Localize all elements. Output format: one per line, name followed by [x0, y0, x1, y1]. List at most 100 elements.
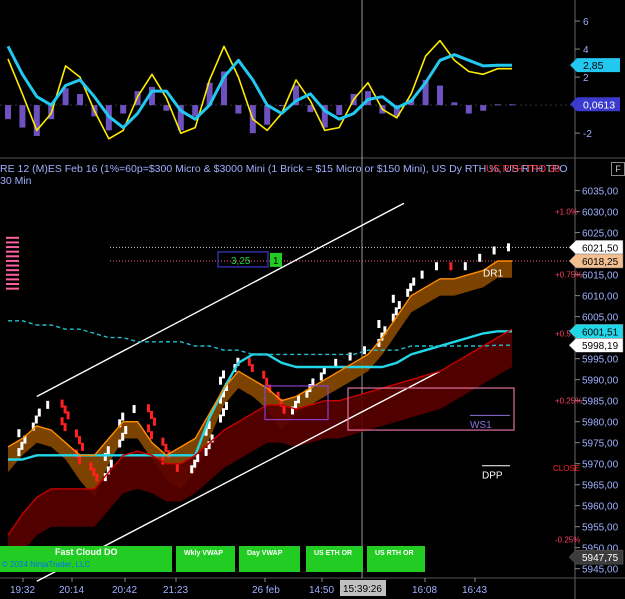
bull-brick	[106, 446, 110, 455]
bull-brick	[118, 439, 122, 448]
pct-label: -0.25%	[555, 535, 580, 544]
pct-label: +1.0%	[555, 208, 578, 217]
bear-brick	[147, 404, 150, 413]
time-tick-label: 14:50	[309, 585, 334, 596]
histogram-bar	[336, 105, 343, 115]
bull-brick	[219, 414, 222, 423]
price-tick-label: 5965,00	[582, 481, 619, 492]
histogram-bar	[19, 105, 26, 128]
time-tick-label: 20:14	[59, 585, 84, 596]
bear-brick	[78, 456, 81, 465]
time-tick-label: 16:08	[412, 585, 437, 596]
bull-brick	[406, 288, 410, 297]
price-tick-label: 5955,00	[582, 523, 619, 534]
bull-brick	[420, 270, 424, 279]
histogram-bar	[509, 104, 515, 106]
strategy-button-label: US RTH OR	[375, 550, 414, 557]
bear-brick	[250, 364, 254, 373]
price-tick-label: 5980,00	[582, 418, 619, 429]
bear-brick	[95, 473, 99, 482]
osc-cyan-tag: 2,85	[583, 60, 604, 72]
crosshair-time-label: 15:39:26	[343, 584, 382, 595]
bull-brick	[190, 465, 194, 474]
histogram-bar	[77, 93, 83, 106]
bear-brick	[262, 370, 266, 379]
chart-f-button[interactable]: F	[611, 162, 625, 176]
volume-strip	[6, 269, 19, 272]
histogram-bar	[437, 85, 443, 106]
dashed-line	[8, 320, 512, 356]
bull-brick	[391, 294, 395, 303]
strategy-button-label: US ETH OR	[314, 550, 352, 557]
bear-brick	[147, 424, 150, 433]
histogram-bar	[192, 105, 199, 117]
price-tick-label: 6025,00	[582, 229, 619, 240]
histogram-bar	[235, 105, 242, 114]
bear-brick	[247, 357, 251, 366]
bull-brick	[17, 429, 21, 438]
bear-brick	[89, 462, 93, 471]
bull-brick	[492, 246, 496, 255]
bear-brick	[63, 423, 67, 432]
histogram-bar	[494, 104, 501, 106]
bull-brick	[294, 400, 297, 409]
price-tick-label: 6015,00	[582, 271, 619, 282]
histogram-bar	[451, 102, 458, 106]
price-tag-bottom: 5947,75	[582, 553, 619, 564]
volume-strip	[6, 241, 19, 244]
bear-brick	[75, 429, 78, 438]
osc-tick-label: 6	[583, 17, 589, 28]
bear-brick	[66, 411, 70, 420]
bear-brick	[92, 468, 96, 477]
bull-brick	[124, 426, 128, 435]
bear-brick	[150, 410, 153, 419]
pivot-ws1: WS1	[470, 420, 492, 431]
bear-brick	[63, 405, 67, 414]
bear-brick	[150, 431, 153, 440]
bull-brick	[409, 283, 413, 292]
volume-strip	[6, 259, 19, 262]
strategy-button-label: Day VWAP	[247, 550, 283, 557]
price-tick-label: 5945,00	[582, 565, 619, 576]
price-tick-label: 6005,00	[582, 313, 619, 324]
price-tick-label: 5990,00	[582, 376, 619, 387]
bull-brick	[412, 277, 416, 286]
bear-brick	[81, 442, 84, 451]
bull-brick	[46, 400, 50, 409]
price-tick-label: 5995,00	[582, 355, 619, 366]
bull-brick	[334, 358, 338, 367]
volume-strip	[6, 255, 19, 258]
bull-brick	[193, 459, 197, 468]
bull-brick	[20, 441, 24, 450]
bull-brick	[377, 319, 381, 328]
volume-strip	[6, 273, 19, 276]
price-tick-label: 6010,00	[582, 292, 619, 303]
price-tag-last: 6021,50	[582, 243, 619, 254]
osc-tick-label: 4	[583, 45, 589, 56]
volume-strip	[6, 246, 19, 249]
volume-strip	[6, 283, 19, 286]
pivot-dpp: DPP	[482, 470, 503, 481]
pct-label: CLOSE	[553, 464, 580, 473]
bear-brick	[60, 399, 64, 408]
bull-brick	[478, 253, 482, 262]
volume-strip	[6, 278, 19, 281]
bull-brick	[435, 262, 438, 271]
bear-brick	[153, 417, 156, 426]
bull-brick	[219, 376, 222, 385]
strategy-button-label: Wkly VWAP	[184, 550, 223, 557]
osc-histogram-tag: 0,0613	[583, 99, 615, 111]
histogram-bar	[278, 105, 285, 107]
header-red-overlay: US RTH TPO 30	[486, 164, 561, 175]
osc-tick-label: 2	[583, 73, 589, 84]
price-tag-cyan: 6001,51	[582, 327, 619, 338]
bear-brick	[60, 417, 64, 426]
price-tag-white: 5998,19	[582, 341, 619, 352]
price-tick-label: 5985,00	[582, 397, 619, 408]
bull-brick	[319, 372, 323, 381]
volume-strip	[6, 264, 19, 267]
price-tick-label: 5960,00	[582, 502, 619, 513]
bull-brick	[204, 447, 208, 456]
bull-brick	[463, 262, 467, 271]
price-tick-label: 6035,00	[582, 187, 619, 198]
